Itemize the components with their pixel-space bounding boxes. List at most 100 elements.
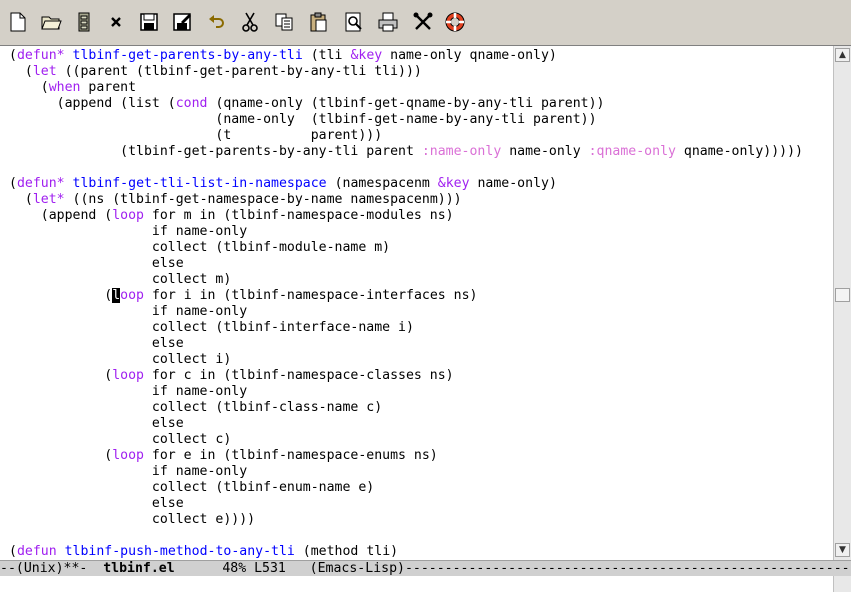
code-token: ( bbox=[9, 176, 17, 191]
minibuffer-scrollbar[interactable] bbox=[833, 576, 851, 592]
close-buffer-button[interactable] bbox=[103, 9, 129, 35]
editor-buffer[interactable]: (defun* tlbinf-get-parents-by-any-tli (t… bbox=[0, 46, 833, 560]
print-button[interactable] bbox=[375, 9, 401, 35]
code-token: else bbox=[9, 336, 184, 351]
code-token: if name-only bbox=[9, 464, 248, 479]
dired-button[interactable] bbox=[71, 9, 97, 35]
code-line[interactable]: (append (list (cond (qname-only (tlbinf-… bbox=[9, 96, 803, 112]
code-token: (t parent))) bbox=[9, 128, 383, 143]
code-token: tlbinf-get-parents-by-any-tli bbox=[72, 48, 303, 63]
customize-button[interactable] bbox=[410, 9, 436, 35]
code-token: for e in (tlbinf-namespace-enums ns) bbox=[143, 448, 438, 463]
code-token: (append (list ( bbox=[9, 96, 176, 111]
floppy-disk-icon bbox=[140, 13, 158, 31]
code-token: else bbox=[9, 256, 184, 271]
scroll-up-icon[interactable]: ▲ bbox=[835, 48, 850, 62]
code-line[interactable]: else bbox=[9, 336, 803, 352]
code-line[interactable]: if name-only bbox=[9, 224, 803, 240]
code-token: (tli bbox=[302, 48, 351, 63]
copy-button[interactable] bbox=[271, 9, 297, 35]
code-line[interactable]: else bbox=[9, 496, 803, 512]
code-token: collect i) bbox=[9, 352, 232, 367]
vertical-scrollbar[interactable]: ▲ ▼ bbox=[833, 46, 851, 560]
code-token: let* bbox=[32, 192, 65, 207]
buffer-name: tlbinf.el bbox=[103, 561, 175, 576]
code-line[interactable]: (let ((parent (tlbinf-get-parent-by-any-… bbox=[9, 64, 803, 80]
code-token: else bbox=[9, 416, 184, 431]
code-line[interactable]: (defun* tlbinf-get-tli-list-in-namespace… bbox=[9, 176, 803, 192]
code-token: tlbinf-push-method-to-any-tli bbox=[64, 544, 295, 559]
scissors-icon bbox=[242, 12, 258, 32]
new-document-icon bbox=[10, 12, 26, 32]
cut-button[interactable] bbox=[237, 9, 263, 35]
code-line[interactable] bbox=[9, 528, 803, 544]
open-folder-button[interactable] bbox=[38, 9, 64, 35]
scrollbar-thumb[interactable] bbox=[835, 288, 850, 302]
code-text[interactable]: (defun* tlbinf-get-parents-by-any-tli (t… bbox=[9, 48, 803, 560]
code-token: (namespacenm bbox=[326, 176, 438, 191]
save-button[interactable] bbox=[136, 9, 162, 35]
code-token: name-only) bbox=[469, 176, 557, 191]
code-line[interactable]: (loop for i in (tlbinf-namespace-interfa… bbox=[9, 288, 803, 304]
minibuffer[interactable] bbox=[0, 576, 833, 592]
code-line[interactable]: (t parent))) bbox=[9, 128, 803, 144]
code-token: &key bbox=[437, 176, 470, 191]
code-line[interactable]: collect c) bbox=[9, 432, 803, 448]
code-line[interactable]: (loop for e in (tlbinf-namespace-enums n… bbox=[9, 448, 803, 464]
code-token: defun* bbox=[16, 48, 65, 63]
scroll-down-icon[interactable]: ▼ bbox=[835, 543, 850, 557]
code-token: (append ( bbox=[9, 208, 113, 223]
code-token: tlbinf-get-tli-list-in-namespace bbox=[72, 176, 327, 191]
code-token: collect c) bbox=[9, 432, 232, 447]
code-line[interactable]: collect m) bbox=[9, 272, 803, 288]
code-token: ( bbox=[9, 288, 113, 303]
search-button[interactable] bbox=[341, 9, 367, 35]
code-token: collect m) bbox=[9, 272, 232, 287]
code-token: ( bbox=[9, 192, 33, 207]
code-token: for c in (tlbinf-namespace-classes ns) bbox=[143, 368, 454, 383]
new-file-button[interactable] bbox=[5, 9, 31, 35]
code-line[interactable]: collect (tlbinf-enum-name e) bbox=[9, 480, 803, 496]
mode-line: --(Unix)**- tlbinf.el 48% L531 (Emacs-Li… bbox=[0, 560, 851, 576]
code-line[interactable]: collect (tlbinf-module-name m) bbox=[9, 240, 803, 256]
code-line[interactable]: if name-only bbox=[9, 464, 803, 480]
code-line[interactable]: if name-only bbox=[9, 304, 803, 320]
close-icon bbox=[111, 17, 121, 27]
code-line[interactable]: else bbox=[9, 416, 803, 432]
code-line[interactable]: collect (tlbinf-interface-name i) bbox=[9, 320, 803, 336]
code-token: &key bbox=[350, 48, 383, 63]
code-line[interactable]: (let* ((ns (tlbinf-get-namespace-by-name… bbox=[9, 192, 803, 208]
code-line[interactable]: collect i) bbox=[9, 352, 803, 368]
code-line[interactable]: (name-only (tlbinf-get-name-by-any-tli p… bbox=[9, 112, 803, 128]
code-line[interactable]: (when parent bbox=[9, 80, 803, 96]
code-line[interactable]: else bbox=[9, 256, 803, 272]
paste-button[interactable] bbox=[305, 9, 331, 35]
code-line[interactable]: collect (tlbinf-class-name c) bbox=[9, 400, 803, 416]
code-token: if name-only bbox=[9, 224, 248, 239]
code-token: loop bbox=[112, 448, 144, 463]
help-button[interactable] bbox=[442, 9, 468, 35]
code-line[interactable] bbox=[9, 160, 803, 176]
save-as-button[interactable] bbox=[169, 9, 195, 35]
code-line[interactable]: if name-only bbox=[9, 384, 803, 400]
code-token: ( bbox=[9, 448, 113, 463]
code-token: loop bbox=[112, 368, 144, 383]
printer-icon bbox=[378, 12, 398, 32]
code-line[interactable]: (tlbinf-get-parents-by-any-tli parent :n… bbox=[9, 144, 803, 160]
code-token: name-only bbox=[501, 144, 589, 159]
code-line[interactable]: (defun tlbinf-push-method-to-any-tli (me… bbox=[9, 544, 803, 560]
code-token: ( bbox=[9, 368, 113, 383]
code-line[interactable]: (defun* tlbinf-get-parents-by-any-tli (t… bbox=[9, 48, 803, 64]
code-line[interactable]: (loop for c in (tlbinf-namespace-classes… bbox=[9, 368, 803, 384]
clipboard-icon bbox=[310, 12, 327, 32]
code-token: if name-only bbox=[9, 304, 248, 319]
code-token: ((ns (tlbinf-get-namespace-by-name names… bbox=[64, 192, 462, 207]
code-token: collect (tlbinf-interface-name i) bbox=[9, 320, 414, 335]
code-line[interactable]: collect e)))) bbox=[9, 512, 803, 528]
code-token: defun* bbox=[16, 176, 65, 191]
code-line[interactable]: (append (loop for m in (tlbinf-namespace… bbox=[9, 208, 803, 224]
magnifier-icon bbox=[345, 12, 362, 32]
undo-button[interactable] bbox=[203, 9, 229, 35]
